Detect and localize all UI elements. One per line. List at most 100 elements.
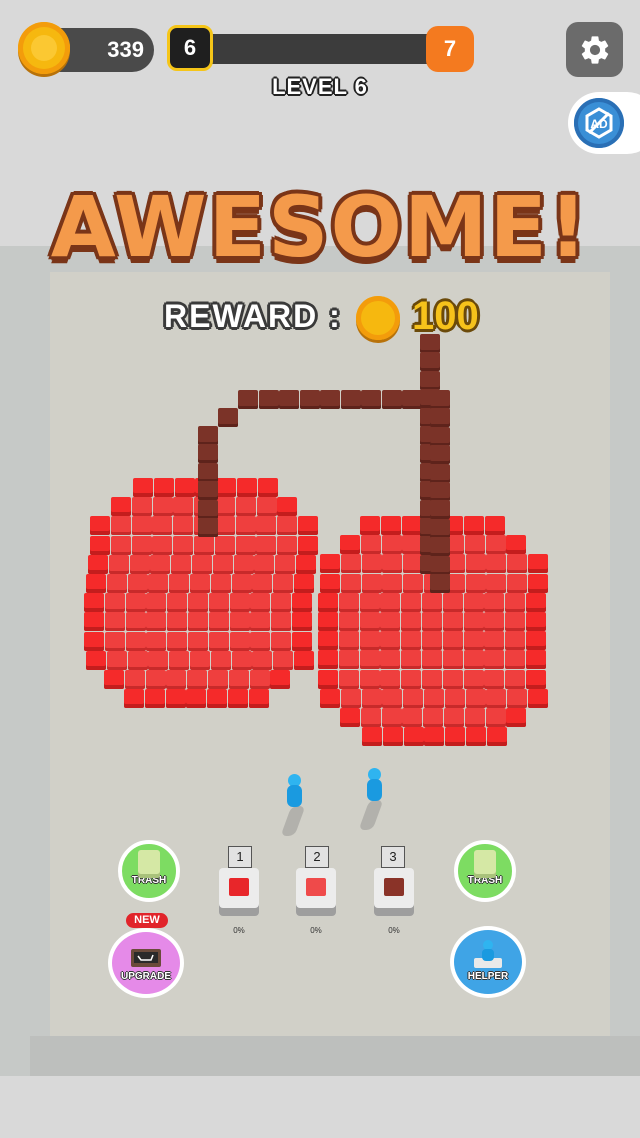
station-number: 2 <box>305 846 329 868</box>
cherry-pixel <box>104 670 124 689</box>
cherry-pixel <box>318 631 338 651</box>
cherry-pixel <box>422 592 442 612</box>
cherry-pixel <box>86 650 106 670</box>
cherry-pixel <box>194 535 214 555</box>
station-progress: 0% <box>310 926 322 935</box>
cherry-pixel <box>401 592 422 612</box>
station-color-swatch <box>229 878 249 896</box>
cherry-pixel <box>124 689 144 709</box>
cherry-pixel <box>505 631 526 651</box>
cart-icon <box>131 949 161 967</box>
cherry-pixel <box>507 554 528 574</box>
cherry-pixel <box>208 612 229 632</box>
cherry-pixel <box>228 670 249 689</box>
cherry-pixel <box>464 516 484 535</box>
coin-count: 339 <box>107 37 144 62</box>
cherry-pixel <box>422 650 442 670</box>
cherry-pixel <box>270 670 291 689</box>
cherry-pixel <box>486 554 507 574</box>
cherry-pixel <box>401 612 422 631</box>
cherry-pixel <box>463 612 484 631</box>
cherry-pixel <box>106 574 127 593</box>
gear-icon <box>581 35 608 64</box>
cherry-pixel <box>340 573 361 593</box>
cherry-pixel <box>526 650 546 670</box>
cherry-pixel <box>127 650 148 670</box>
cherry-pixel <box>129 554 150 574</box>
cherry-pixel <box>215 497 235 517</box>
cherry-pixel <box>248 689 269 709</box>
cherry-pixel <box>188 593 208 613</box>
cherry-pixel <box>208 593 229 613</box>
cherry-pixel <box>216 478 237 497</box>
cherry-pixel <box>360 535 381 555</box>
coin-icon <box>18 22 70 74</box>
cherry-pixel <box>380 631 401 651</box>
cherry-pixel <box>507 573 528 593</box>
cherry-pixel <box>424 727 445 747</box>
cherry-pixel <box>486 727 507 747</box>
cherry-pixel <box>188 612 208 632</box>
cherry-pixel <box>146 593 167 613</box>
cherry-pixel <box>165 689 186 709</box>
cherry-pixel <box>84 593 104 613</box>
cherry-pixel <box>186 689 207 709</box>
cherry-pixel <box>271 612 292 632</box>
next-level-badge: 7 <box>426 26 474 72</box>
trash-button-right[interactable]: TRASH <box>454 840 516 902</box>
cherry-pixel <box>169 574 190 593</box>
cherry-pixel <box>150 554 171 574</box>
cherry-pixel <box>125 631 146 651</box>
cherry-pixel <box>254 554 275 574</box>
stem-pixel <box>420 352 440 372</box>
trash-button-left[interactable]: TRASH <box>118 840 180 902</box>
settings-button[interactable] <box>566 22 623 77</box>
cherry-pixel <box>229 631 250 651</box>
no-ads-icon[interactable]: AD <box>574 98 624 148</box>
paint-station-2[interactable] <box>296 868 336 908</box>
cherry-pixel <box>442 669 463 689</box>
cherry-pixel <box>465 688 486 708</box>
cherry-pixel <box>233 554 254 574</box>
cherry-pixel <box>484 516 505 535</box>
cherry-pixel <box>340 708 360 727</box>
cherry-pixel <box>252 650 273 670</box>
worker-figure <box>285 774 303 808</box>
paint-station-1[interactable] <box>219 868 259 908</box>
cherry-pixel <box>486 688 507 708</box>
cherry-pixel <box>320 573 340 593</box>
upgrade-button[interactable]: UPGRADE <box>108 928 184 998</box>
cherry-pixel <box>528 554 548 574</box>
cherry-pixel <box>484 612 505 631</box>
cherry-pixel <box>505 669 526 689</box>
cherry-pixel <box>256 516 277 536</box>
cherry-pixel <box>505 650 526 670</box>
stem-pixel <box>361 390 381 409</box>
result-title: AWESOME! <box>50 178 590 276</box>
cherry-pixel <box>320 554 340 574</box>
cherry-pixel <box>235 497 256 517</box>
cherry-pixel <box>403 688 424 708</box>
cherry-pixel <box>464 708 485 727</box>
stem-pixel <box>420 370 440 390</box>
cherry-pixel <box>292 593 312 613</box>
station-progress: 0% <box>388 926 400 935</box>
cherry-pixel <box>359 631 380 651</box>
cherry-pixel <box>294 574 314 593</box>
cherry-pixel <box>133 478 153 497</box>
cherry-pixel <box>167 593 188 613</box>
cherry-pixel <box>422 669 442 689</box>
cherry-pixel <box>208 670 228 689</box>
station-progress: 0% <box>233 926 245 935</box>
cherry-pixel <box>148 650 169 670</box>
cherry-pixel <box>507 688 528 708</box>
paint-station-3[interactable] <box>374 868 414 908</box>
cherry-pixel <box>318 650 338 670</box>
helper-button[interactable]: HELPER <box>450 926 526 998</box>
cherry-pixel <box>444 708 464 727</box>
cherry-pixel <box>152 535 173 555</box>
cherry-pixel <box>190 650 210 670</box>
cherry-pixel <box>380 612 401 631</box>
cherry-pixel <box>526 631 546 651</box>
stem-pixel <box>430 482 450 501</box>
